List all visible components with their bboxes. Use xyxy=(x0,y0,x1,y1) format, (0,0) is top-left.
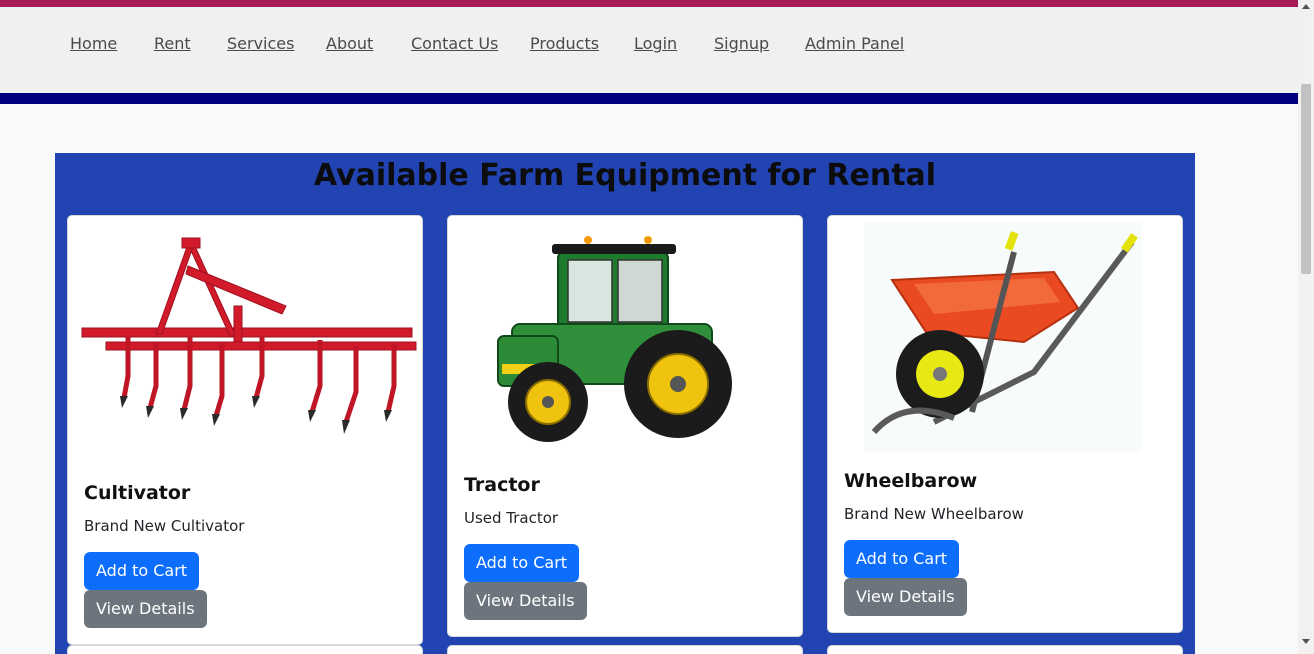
section-title: Available Farm Equipment for Rental xyxy=(313,158,937,193)
cultivator-image xyxy=(81,237,417,434)
view-details-button[interactable]: View Details xyxy=(464,582,587,620)
nav-link-login[interactable]: Login xyxy=(634,34,677,53)
top-accent-bar xyxy=(0,0,1298,7)
card-description: Brand New Wheelbarow xyxy=(844,505,1024,523)
product-card-wheelbarrow: Wheelbarow Brand New Wheelbarow Add to C… xyxy=(827,215,1183,633)
card-title: Wheelbarow xyxy=(844,470,978,492)
view-details-button[interactable]: View Details xyxy=(844,578,967,616)
card-description: Brand New Cultivator xyxy=(84,517,245,535)
equipment-section: Available Farm Equipment for Rental Cult… xyxy=(55,153,1195,654)
nav-link-admin-panel[interactable]: Admin Panel xyxy=(805,34,904,53)
add-to-cart-button[interactable]: Add to Cart xyxy=(84,552,200,590)
product-card-cultivator: Cultivator Brand New Cultivator Add to C… xyxy=(67,215,423,645)
nav-link-about[interactable]: About xyxy=(326,34,373,53)
card-title: Cultivator xyxy=(84,482,191,504)
nav-link-services[interactable]: Services xyxy=(227,34,294,53)
product-card-tractor: Tractor Used Tractor Add to Cart View De… xyxy=(447,215,803,637)
scroll-thumb[interactable] xyxy=(1301,84,1311,274)
next-row-card xyxy=(827,645,1183,654)
nav-link-home[interactable]: Home xyxy=(70,34,117,53)
card-title: Tractor xyxy=(464,474,540,496)
navbar: Home Rent Services About Contact Us Prod… xyxy=(0,7,1298,93)
view-details-button[interactable]: View Details xyxy=(84,590,207,628)
card-description: Used Tractor xyxy=(464,509,559,527)
tractor-image xyxy=(497,236,732,442)
add-to-cart-button[interactable]: Add to Cart xyxy=(464,544,580,582)
nav-link-products[interactable]: Products xyxy=(530,34,599,53)
add-to-cart-button[interactable]: Add to Cart xyxy=(844,540,960,578)
nav-link-rent[interactable]: Rent xyxy=(154,34,191,53)
nav-link-signup[interactable]: Signup xyxy=(714,34,769,53)
next-row-card xyxy=(67,645,423,654)
vertical-scrollbar[interactable] xyxy=(1298,0,1314,654)
next-row-card xyxy=(447,645,803,654)
wheelbarrow-image xyxy=(864,222,1142,452)
nav-divider xyxy=(0,93,1298,104)
nav-link-contact-us[interactable]: Contact Us xyxy=(411,34,498,53)
scroll-up-arrow-icon[interactable] xyxy=(1302,4,1310,9)
scroll-down-arrow-icon[interactable] xyxy=(1302,639,1310,644)
